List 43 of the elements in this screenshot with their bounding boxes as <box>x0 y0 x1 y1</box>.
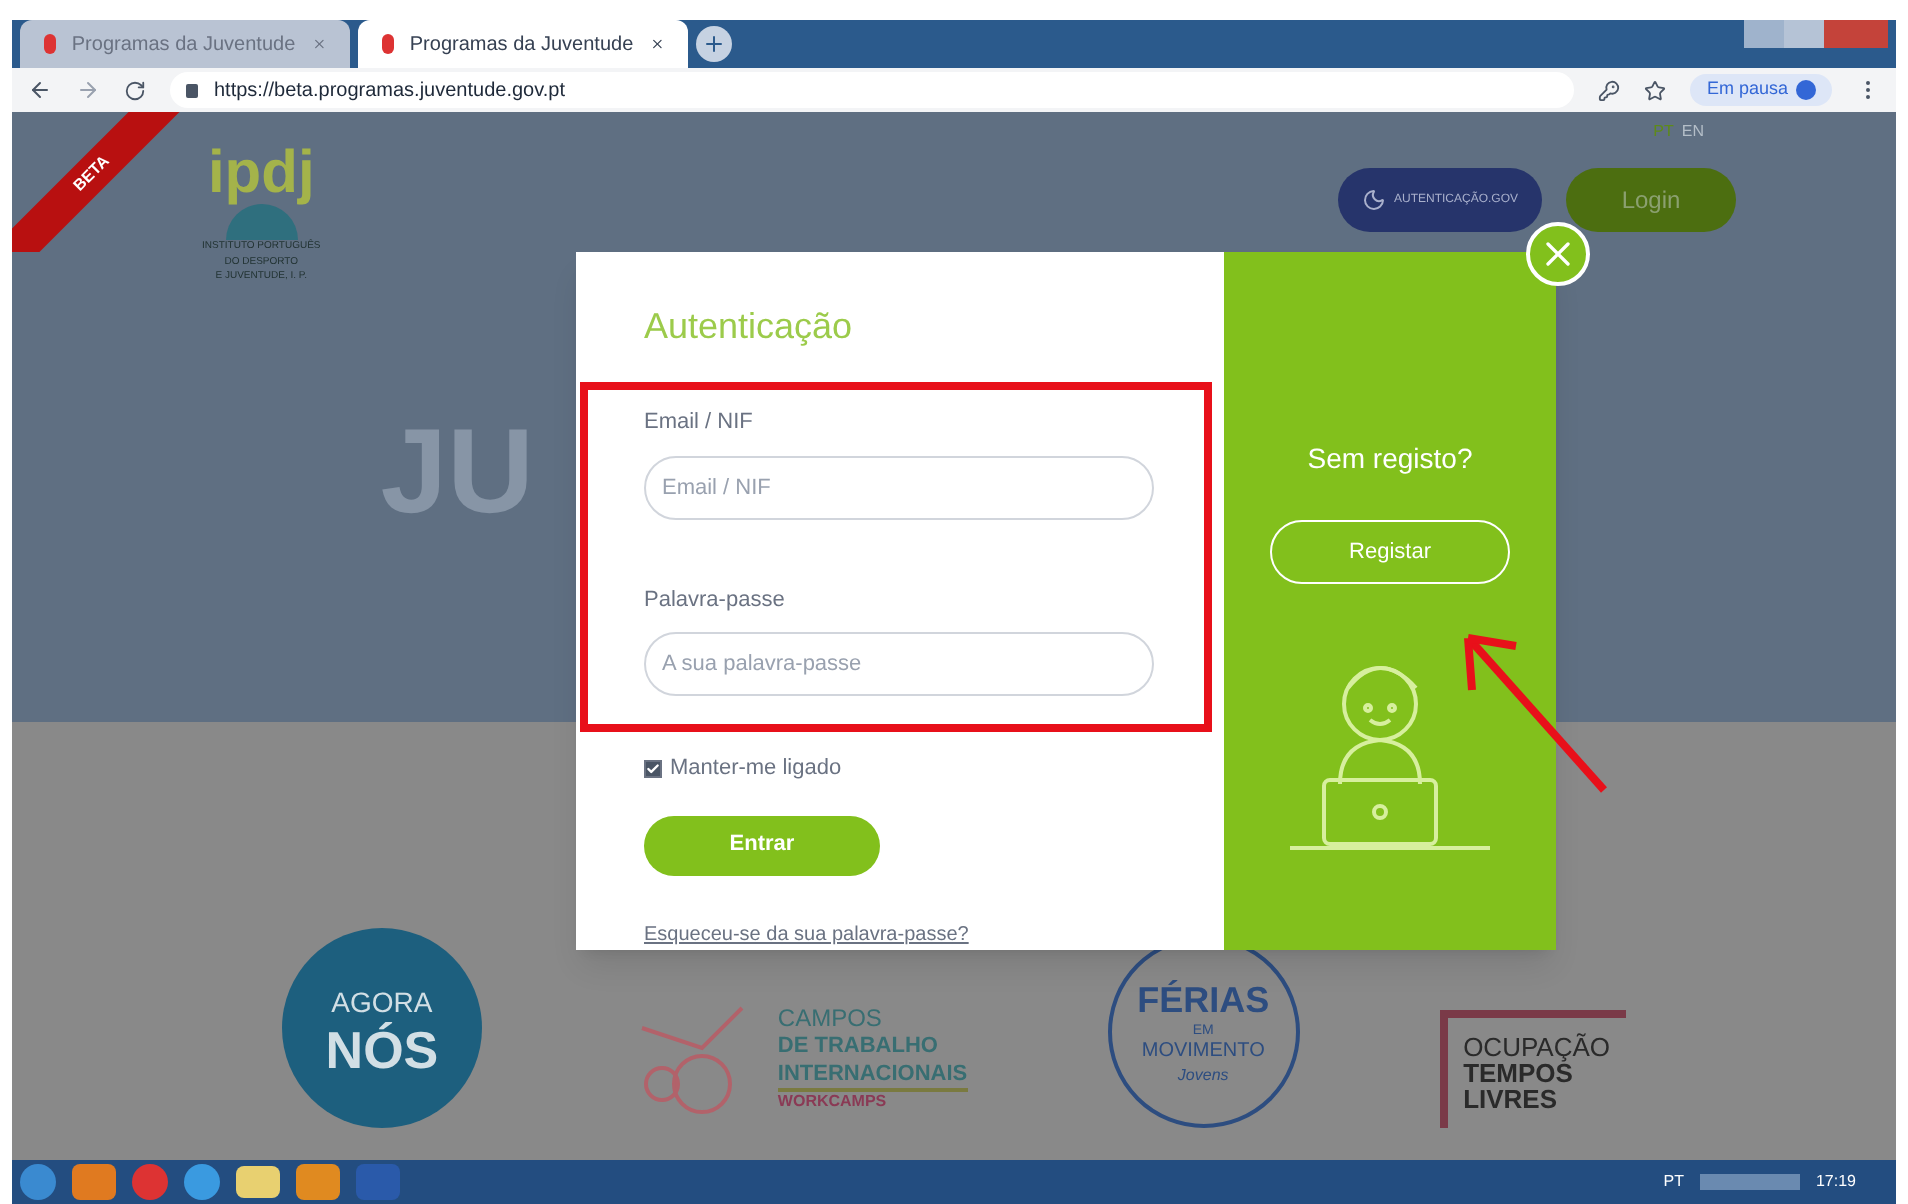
program-title: LIVRES <box>1463 1086 1560 1112</box>
logo-mark: ipdj <box>207 144 315 204</box>
program-badge[interactable]: AGORA NÓS <box>281 928 482 1128</box>
avatar-icon <box>1796 80 1816 100</box>
favicon-icon <box>44 34 56 54</box>
star-icon[interactable] <box>1644 79 1667 101</box>
checkbox[interactable] <box>644 759 662 778</box>
input-field[interactable]: Email / NIF <box>644 455 1154 519</box>
badge-title: NÓS <box>325 1023 439 1075</box>
register-prompt: Sem registo? <box>1307 440 1473 478</box>
submit-button[interactable]: Entrar <box>644 815 880 875</box>
url-field[interactable]: https://beta.programas.juventude.gov.pt <box>170 72 1575 108</box>
back-icon[interactable] <box>28 78 52 102</box>
checkbox-label: Manter-me ligado <box>670 754 842 784</box>
program-title: TEMPOS <box>1463 1060 1573 1086</box>
language-indicator[interactable]: PT <box>1663 1170 1684 1194</box>
browser-tab[interactable]: Programas da Juventude <box>358 20 688 68</box>
badge-text: MOVIMENTO <box>1141 1040 1265 1066</box>
profile-button[interactable]: Em pausa <box>1690 74 1832 106</box>
program-title: INTERNACIONAIS <box>777 1061 968 1089</box>
close-icon[interactable] <box>649 34 664 54</box>
gov-logo-icon <box>1361 188 1386 212</box>
reload-icon[interactable] <box>124 79 146 101</box>
field-label: Email / NIF <box>644 408 755 438</box>
program-logo[interactable]: OCUPAÇÃO TEMPOS LIVRES <box>1439 1010 1626 1128</box>
program-title: OCUPAÇÃO <box>1463 1034 1610 1060</box>
field-label: Palavra-passe <box>644 585 787 615</box>
badge-text: Jovens <box>1177 1065 1229 1086</box>
program-title: CAMPOS <box>777 1003 884 1034</box>
input-field[interactable]: A sua palavra-passe <box>644 632 1154 696</box>
program-subtitle: WORKCAMPS <box>777 1088 968 1113</box>
browser-tab[interactable]: Programas da Juventude <box>20 20 350 68</box>
key-icon[interactable] <box>1598 79 1621 101</box>
dialog-title: Autenticação <box>644 304 855 350</box>
badge-text: AGORA <box>331 983 433 1021</box>
window-controls-icon[interactable] <box>1744 20 1888 48</box>
program-title: DE TRABALHO <box>777 1033 940 1061</box>
favicon-icon <box>382 34 394 54</box>
language-link[interactable]: EN <box>1681 120 1704 144</box>
badge-title: FÉRIAS <box>1137 978 1270 1024</box>
new-tab-icon[interactable] <box>696 26 732 62</box>
register-button[interactable]: Registar <box>1270 520 1510 584</box>
clock[interactable]: 17:19 <box>1815 1170 1856 1194</box>
